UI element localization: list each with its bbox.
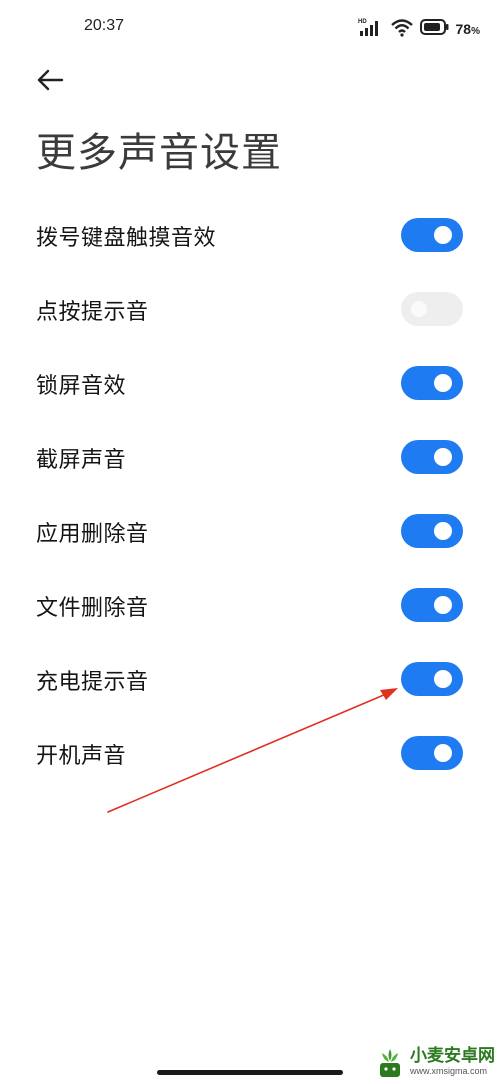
lock-sound-toggle[interactable] [401, 366, 463, 400]
tap-sound-toggle[interactable] [401, 292, 463, 326]
setting-label: 拨号键盘触摸音效 [36, 226, 217, 251]
watermark-text: 小麦安卓网 www.xmsigma.com [410, 1048, 495, 1076]
watermark-name: 小麦安卓网 [410, 1046, 495, 1066]
setting-label: 文件删除音 [36, 596, 149, 621]
hd-badge: HD [358, 19, 367, 25]
toggle-knob [434, 226, 452, 244]
setting-label: 充电提示音 [36, 670, 149, 695]
home-indicator[interactable] [157, 1070, 343, 1075]
battery-icon [419, 18, 450, 40]
signal-icon: HD [358, 17, 384, 41]
wifi-icon [390, 17, 414, 41]
setting-label: 截屏声音 [36, 448, 127, 473]
toggle-knob [434, 744, 452, 762]
page-title: 更多声音设置 [36, 130, 282, 176]
settings-list: 拨号键盘触摸音效 点按提示音 锁屏音效 截屏声音 应用删除音 文件删除音 充电提… [0, 199, 500, 791]
battery-percent: 78% [455, 21, 480, 37]
toggle-knob [434, 448, 452, 466]
toggle-knob [434, 670, 452, 688]
setting-row-lock-sound: 锁屏音效 [0, 347, 500, 421]
setting-row-app-delete-sound: 应用删除音 [0, 495, 500, 569]
setting-label: 开机声音 [36, 744, 127, 769]
screenshot-sound-toggle[interactable] [401, 440, 463, 474]
back-button[interactable] [30, 64, 70, 96]
status-icons: HD 78% [358, 18, 480, 40]
toggle-knob [434, 596, 452, 614]
watermark-url: www.xmsigma.com [410, 1066, 488, 1076]
boot-sound-toggle[interactable] [401, 736, 463, 770]
setting-label: 点按提示音 [36, 300, 149, 325]
arrow-left-icon [37, 69, 64, 91]
status-time: 20:37 [84, 17, 125, 34]
setting-row-charging-sound: 充电提示音 [0, 643, 500, 717]
file-delete-sound-toggle[interactable] [401, 588, 463, 622]
setting-row-boot-sound: 开机声音 [0, 717, 500, 791]
dialpad-touch-toggle[interactable] [401, 218, 463, 252]
setting-label: 应用删除音 [36, 522, 149, 547]
watermark: 小麦安卓网 www.xmsigma.com [374, 1044, 495, 1080]
toggle-knob [434, 522, 452, 540]
setting-row-tap-sound: 点按提示音 [0, 273, 500, 347]
watermark-logo-icon [380, 1049, 400, 1077]
toggle-knob [434, 374, 452, 392]
toggle-knob [411, 301, 427, 317]
charging-sound-toggle[interactable] [401, 662, 463, 696]
setting-row-dialpad-touch: 拨号键盘触摸音效 [0, 199, 500, 273]
setting-row-file-delete-sound: 文件删除音 [0, 569, 500, 643]
setting-row-screenshot-sound: 截屏声音 [0, 421, 500, 495]
setting-label: 锁屏音效 [36, 374, 127, 399]
status-bar: 20:37 HD 78% [0, 0, 500, 60]
app-delete-sound-toggle[interactable] [401, 514, 463, 548]
